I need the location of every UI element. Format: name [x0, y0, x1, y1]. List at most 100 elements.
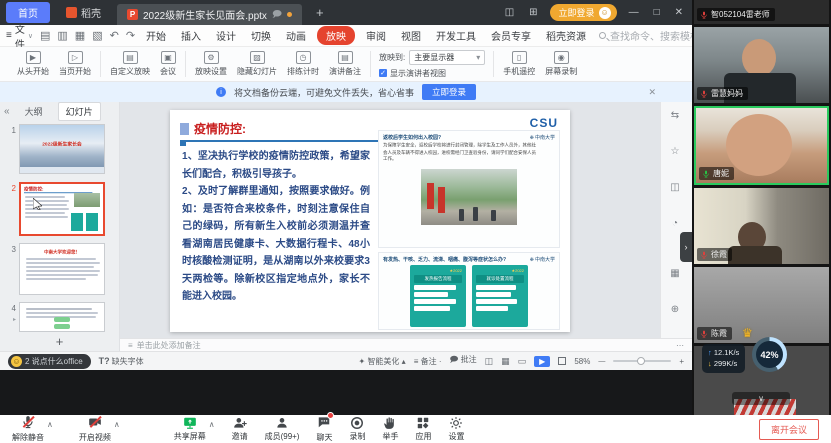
meeting-button[interactable]: ▣会议	[160, 51, 176, 77]
fit-window-icon[interactable]	[558, 357, 566, 365]
menu-item-start[interactable]: 开始	[142, 26, 170, 45]
close-button[interactable]: ✕	[672, 7, 686, 18]
preview-icon[interactable]: ▧	[92, 29, 102, 42]
show-settings-button[interactable]: ⚙放映设置	[195, 51, 227, 77]
menu-item-devtools[interactable]: 开发工具	[432, 26, 480, 45]
menu-item-member[interactable]: 会员专享	[487, 26, 535, 45]
video-tile-5[interactable]: 陈霞	[694, 267, 829, 343]
unmute-button[interactable]: 解除静音	[12, 415, 44, 443]
properties-icon[interactable]: ⇆	[668, 108, 682, 122]
video-tile-1[interactable]: 智052104雷老师	[694, 0, 829, 24]
ppt-file-icon: P	[127, 9, 138, 20]
layout-mode-icon[interactable]: ◫	[502, 7, 517, 18]
menu-item-design[interactable]: 设计	[212, 26, 240, 45]
members-button[interactable]: 成员(99+)	[265, 416, 300, 442]
invite-button[interactable]: 邀请	[232, 416, 248, 442]
share-screen-label: 共享屏幕	[174, 431, 206, 442]
chat-button[interactable]: 聊天	[316, 415, 332, 443]
play-from-start-button[interactable]: ▶从头开始	[17, 51, 49, 77]
mic-options-chevron-icon[interactable]: ∧	[47, 420, 53, 429]
redo-icon[interactable]: ↷	[126, 29, 135, 42]
sorter-view-icon[interactable]: ▦	[501, 356, 510, 367]
tab-store[interactable]: 稻壳	[56, 2, 111, 23]
slide-thumbnail-4[interactable]	[19, 302, 105, 332]
normal-view-icon[interactable]: ◫	[485, 356, 494, 367]
web-icon[interactable]: ⊕	[668, 302, 682, 316]
zoom-level[interactable]: 58%	[574, 357, 590, 366]
reading-view-icon[interactable]: ▭	[518, 356, 527, 367]
menu-item-review[interactable]: 审阅	[362, 26, 390, 45]
notes-toggle-button[interactable]: ≡ 备注 ·	[414, 356, 442, 367]
animation-pane-icon[interactable]: ☆	[668, 144, 682, 158]
slideshow-play-button[interactable]: ▶	[534, 356, 550, 367]
print-icon[interactable]: ▦	[75, 29, 85, 42]
raise-hand-button[interactable]: 举手	[382, 416, 398, 442]
leave-meeting-button[interactable]: 离开会议	[759, 419, 819, 440]
play-from-current-button[interactable]: ▷当页开始	[59, 51, 91, 77]
comment-toggle-button[interactable]: 🗩 批注	[450, 354, 477, 368]
share-options-chevron-icon[interactable]: ∧	[209, 420, 215, 429]
panel-pull-tab[interactable]: ›	[680, 232, 692, 262]
zoom-in-icon[interactable]: +	[679, 357, 684, 366]
phone-remote-button[interactable]: ▯手机遥控	[503, 51, 535, 77]
rehearse-timing-button[interactable]: ◷排练计时	[287, 51, 319, 77]
screen-record-button[interactable]: ◉屏幕录制	[545, 51, 577, 77]
tab-outline[interactable]: 大纲	[18, 103, 50, 120]
zoom-out-icon[interactable]: —	[598, 358, 605, 365]
media-icon[interactable]: ▦	[668, 266, 682, 280]
avatar: ☺	[599, 7, 611, 19]
menu-item-animation[interactable]: 动画	[282, 26, 310, 45]
smart-beautify-button[interactable]: ✦ 智能美化 ▴	[359, 356, 406, 367]
notes-bar[interactable]: ≡ 单击此处添加备注 ⋯	[120, 338, 692, 351]
file-menu[interactable]: ≡ 文件 ∨	[6, 21, 33, 51]
zoom-slider-knob[interactable]	[637, 357, 645, 365]
menu-item-view[interactable]: 视图	[397, 26, 425, 45]
camera-options-chevron-icon[interactable]: ∧	[114, 420, 120, 429]
menu-item-docer[interactable]: 稻壳资源	[542, 26, 590, 45]
layers-icon[interactable]: ◫	[668, 180, 682, 194]
meeting-chat-overlay[interactable]: ☺ 2 说点什么office	[8, 354, 91, 369]
add-slide-button[interactable]: +	[0, 334, 119, 349]
zoom-slider[interactable]	[613, 360, 671, 362]
tab-slides[interactable]: 幻灯片	[58, 102, 101, 121]
history-icon[interactable]: ◔	[668, 216, 682, 230]
slide-thumbnail-1[interactable]: 2022级新生家长会	[19, 124, 105, 174]
settings-button[interactable]: 设置	[448, 416, 464, 442]
thumbnail-4-highlight	[54, 317, 70, 322]
save-icon[interactable]: ▤	[40, 29, 50, 42]
tab-document[interactable]: P 2022级新生家长见面会.pptx 🗩	[117, 4, 302, 25]
app-center-icon[interactable]: ⊞	[526, 7, 540, 18]
presenter-view-checkbox[interactable]: ✓ 显示演讲者视图	[379, 68, 485, 79]
new-tab-button[interactable]: +	[308, 5, 332, 20]
hide-slide-button[interactable]: ▨隐藏幻灯片	[237, 51, 277, 77]
apps-button[interactable]: 应用	[415, 416, 431, 442]
video-tile-2[interactable]: 雷慧妈妈	[694, 27, 829, 103]
export-icon[interactable]: ▥	[57, 29, 67, 42]
share-screen-button[interactable]: 共享屏幕	[174, 416, 206, 442]
minimize-button[interactable]: —	[626, 7, 642, 18]
collapse-panel-icon[interactable]: «	[4, 106, 10, 117]
notification-close-icon[interactable]: ✕	[648, 87, 656, 98]
menu-item-insert[interactable]: 插入	[177, 26, 205, 45]
maximize-button[interactable]: □	[651, 7, 663, 18]
custom-show-button[interactable]: ▤自定义放映	[110, 51, 150, 77]
notes-more-icon[interactable]: ⋯	[676, 341, 684, 350]
current-slide[interactable]: CSU 疫情防控: 1、坚决执行学校的疫情防控政策，希望家长们配合，积极引导孩子…	[170, 110, 570, 332]
record-button[interactable]: 录制	[349, 416, 365, 442]
video-tile-3-active-speaker[interactable]: 唐妮	[694, 106, 829, 185]
notification-login-button[interactable]: 立即登录	[422, 84, 476, 100]
video-tile-4[interactable]: 徐霞	[694, 188, 829, 264]
login-button[interactable]: 立即登录 ☺	[550, 4, 617, 21]
slide-thumbnail-3[interactable]: 中南大学欢迎您！	[19, 243, 105, 295]
speaker-notes-button[interactable]: ▤演讲备注	[329, 51, 361, 77]
start-video-button[interactable]: 开启视频	[79, 415, 111, 443]
command-search[interactable]: 查找命令、搜索模板	[599, 28, 700, 43]
display-select[interactable]: 主要显示器 ▾	[409, 50, 485, 65]
collapse-videos-button[interactable]: ∨	[732, 392, 790, 405]
menu-item-slideshow[interactable]: 放映	[317, 26, 355, 45]
missing-font-button[interactable]: T?缺失字体	[99, 356, 144, 367]
undo-icon[interactable]: ↶	[110, 29, 119, 42]
slide-thumbnail-2-selected[interactable]: 疫情防控:	[19, 182, 105, 236]
menu-item-transition[interactable]: 切换	[247, 26, 275, 45]
comment-bubble-icon[interactable]: 🗩	[272, 7, 282, 23]
